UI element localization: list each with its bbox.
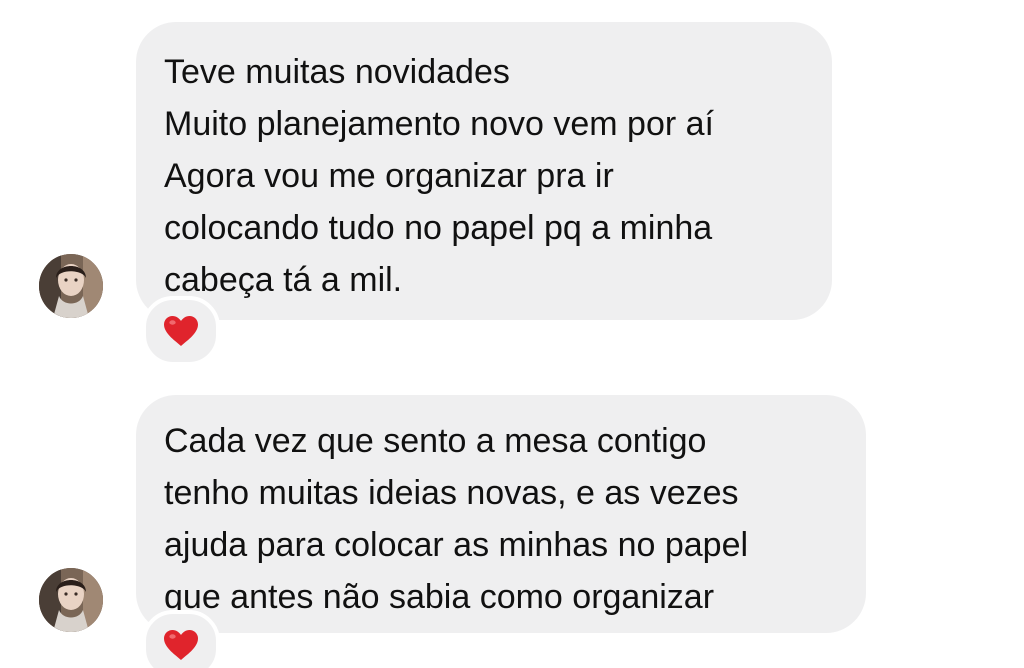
message-bubble[interactable]: Cada vez que sento a mesa contigo tenho … xyxy=(136,395,866,633)
message-line: tenho muitas ideias novas, e as vezes xyxy=(164,474,739,512)
message-line: Cada vez que sento a mesa contigo xyxy=(164,422,707,460)
avatar-photo xyxy=(39,254,103,318)
message-bubble[interactable]: Teve muitas novidades Muito planejamento… xyxy=(136,22,832,320)
heart-icon xyxy=(164,630,198,660)
sender-avatar[interactable] xyxy=(39,254,103,318)
message-line: colocando tudo no papel pq a minha xyxy=(164,209,713,247)
message-line: Agora vou me organizar pra ir xyxy=(164,157,614,195)
message-line: Teve muitas novidades xyxy=(164,53,510,91)
chat-screen: Teve muitas novidades Muito planejamento… xyxy=(0,0,1024,668)
message-line: ajuda para colocar as minhas no papel xyxy=(164,526,749,564)
sender-avatar[interactable] xyxy=(39,568,103,632)
heart-icon xyxy=(164,316,198,346)
avatar-photo xyxy=(39,568,103,632)
heart-reaction[interactable] xyxy=(142,610,220,668)
message-line: cabeça tá a mil. xyxy=(164,261,403,299)
heart-reaction[interactable] xyxy=(142,296,220,366)
message-line: que antes não sabia como organizar xyxy=(164,578,715,616)
message-line: Muito planejamento novo vem por aí xyxy=(164,105,714,143)
